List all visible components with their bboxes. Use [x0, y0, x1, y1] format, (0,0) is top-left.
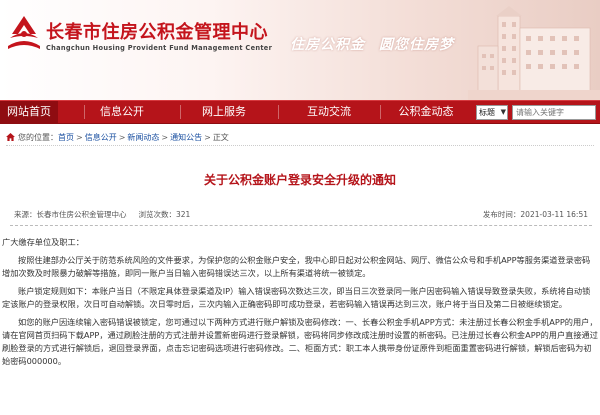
meta-divider [10, 225, 592, 226]
site-subtitle: Changchun Housing Provident Fund Managem… [46, 44, 273, 52]
source-value: 长春市住房公积金管理中心 [36, 210, 127, 219]
breadcrumb-separator: > [76, 133, 83, 142]
breadcrumb: 您的位置：首页 > 信息公开 > 新闻动态 > 通知公告 > 正文 [6, 130, 594, 146]
source-label: 来源： [14, 210, 37, 219]
site-title: 长春市住房公积金管理中心 [46, 22, 268, 43]
breadcrumb-link-info-disclosure[interactable]: 信息公开 [85, 133, 117, 142]
home-icon [6, 133, 15, 141]
nav-divider [180, 105, 181, 119]
article-body: 广大缴存单位及职工： 按照住建部办公厅关于防范系统风险的文件要求，为保护您的公积… [2, 236, 598, 373]
date-label: 发布时间： [482, 210, 521, 219]
slogan-part-1: 住房公积金 [290, 37, 365, 53]
article-meta-right: 发布时间：2021-03-11 16:51 [483, 208, 588, 222]
breadcrumb-separator: > [118, 133, 126, 142]
slogan-part-2: 圆您住房梦 [379, 37, 454, 53]
breadcrumb-link-notices[interactable]: 通知公告 [170, 133, 202, 142]
search-scope-value: 标题 [479, 108, 495, 117]
article-paragraph: 账户锁定规则如下：本账户当日（不限定具体登录渠道及IP）输入错误密码次数达三次，… [2, 286, 591, 309]
nav-item-fund-news[interactable]: 公积金动态 [388, 101, 464, 123]
slogan: 住房公积金 圆您住房梦 [290, 34, 454, 54]
views-label: 浏览次数： [138, 210, 177, 219]
search-scope-select[interactable]: 标题 ▼ [476, 105, 508, 120]
breadcrumb-link-home[interactable]: 首页 [58, 133, 74, 142]
nav-item-online-service[interactable]: 网上服务 [185, 101, 263, 123]
breadcrumb-prefix: 您的位置： [18, 133, 58, 142]
nav-item-interaction[interactable]: 互动交流 [290, 101, 368, 123]
nav-divider [380, 105, 381, 119]
breadcrumb-separator: > [161, 133, 169, 142]
breadcrumb-current: 正文 [212, 133, 229, 142]
nav-item-info-disclosure[interactable]: 信息公开 [90, 101, 154, 123]
nav-divider [84, 105, 85, 119]
article-paragraph: 如您的账户因连续输入密码错误被锁定，您可通过以下两种方式进行账户解锁及密码修改：… [2, 317, 598, 366]
nav-divider [278, 105, 279, 119]
article-meta-left: 来源：长春市住房公积金管理中心 浏览次数：321 [14, 208, 190, 222]
publish-date: 2021-03-11 16:51 [520, 210, 588, 219]
breadcrumb-separator: > [204, 133, 211, 142]
chevron-down-icon: ▼ [500, 108, 506, 116]
article-title: 关于公积金账户登录安全升级的通知 [203, 173, 396, 187]
header-banner: 长春市住房公积金管理中心 Changchun Housing Provident… [0, 0, 600, 100]
building-illustration [468, 6, 600, 100]
article-greeting: 广大缴存单位及职工： [2, 237, 84, 247]
housing-fund-logo-icon [8, 16, 40, 49]
main-nav: 网站首页 信息公开 网上服务 互动交流 公积金动态 标题 ▼ 请输入关键字 [0, 100, 600, 124]
breadcrumb-link-news[interactable]: 新闻动态 [127, 133, 159, 142]
article-meta: 来源：长春市住房公积金管理中心 浏览次数：321 发布时间：2021-03-11 … [10, 208, 592, 222]
article-paragraph: 按照住建部办公厅关于防范系统风险的文件要求，为保护您的公积金账户安全，我中心即日… [2, 255, 591, 278]
nav-item-home[interactable]: 网站首页 [0, 101, 58, 123]
views-count: 321 [176, 210, 191, 219]
search-input[interactable]: 请输入关键字 [512, 105, 596, 120]
